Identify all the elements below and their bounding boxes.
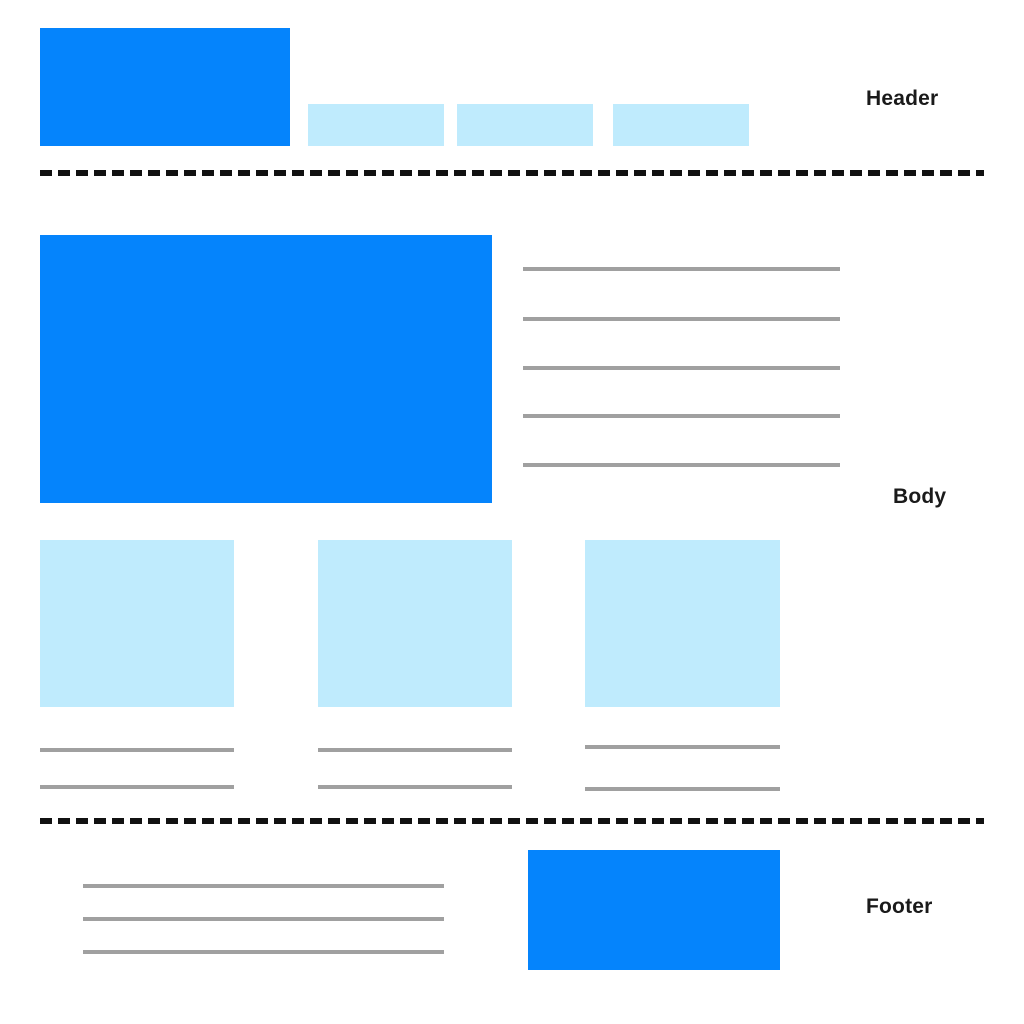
footer-media-placeholder[interactable] <box>528 850 780 970</box>
body-card-2-caption-line-2 <box>318 785 512 789</box>
body-card-2-caption-line-1 <box>318 748 512 752</box>
header-section-label: Header <box>866 87 939 110</box>
header-nav-item-2[interactable] <box>457 104 593 146</box>
body-copy-line-4 <box>523 414 840 418</box>
body-copy-line-3 <box>523 366 840 370</box>
header-nav-item-1[interactable] <box>308 104 444 146</box>
body-card-1-image[interactable] <box>40 540 234 707</box>
header-logo-placeholder[interactable] <box>40 28 290 146</box>
body-copy-line-2 <box>523 317 840 321</box>
body-hero-image-placeholder[interactable] <box>40 235 492 503</box>
footer-copy-line-1 <box>83 884 444 888</box>
body-card-1-caption-line-2 <box>40 785 234 789</box>
wireframe-canvas: Header Body Footer <box>0 0 1024 1024</box>
body-copy-line-1 <box>523 267 840 271</box>
header-body-divider <box>40 170 984 176</box>
body-copy-line-5 <box>523 463 840 467</box>
body-card-1-caption-line-1 <box>40 748 234 752</box>
body-card-3-caption-line-1 <box>585 745 780 749</box>
footer-section-label: Footer <box>866 895 933 918</box>
body-footer-divider <box>40 818 984 824</box>
footer-copy-line-3 <box>83 950 444 954</box>
header-nav-item-3[interactable] <box>613 104 749 146</box>
body-card-3-image[interactable] <box>585 540 780 707</box>
body-card-3-caption-line-2 <box>585 787 780 791</box>
body-section-label: Body <box>893 485 947 508</box>
body-card-2-image[interactable] <box>318 540 512 707</box>
footer-copy-line-2 <box>83 917 444 921</box>
